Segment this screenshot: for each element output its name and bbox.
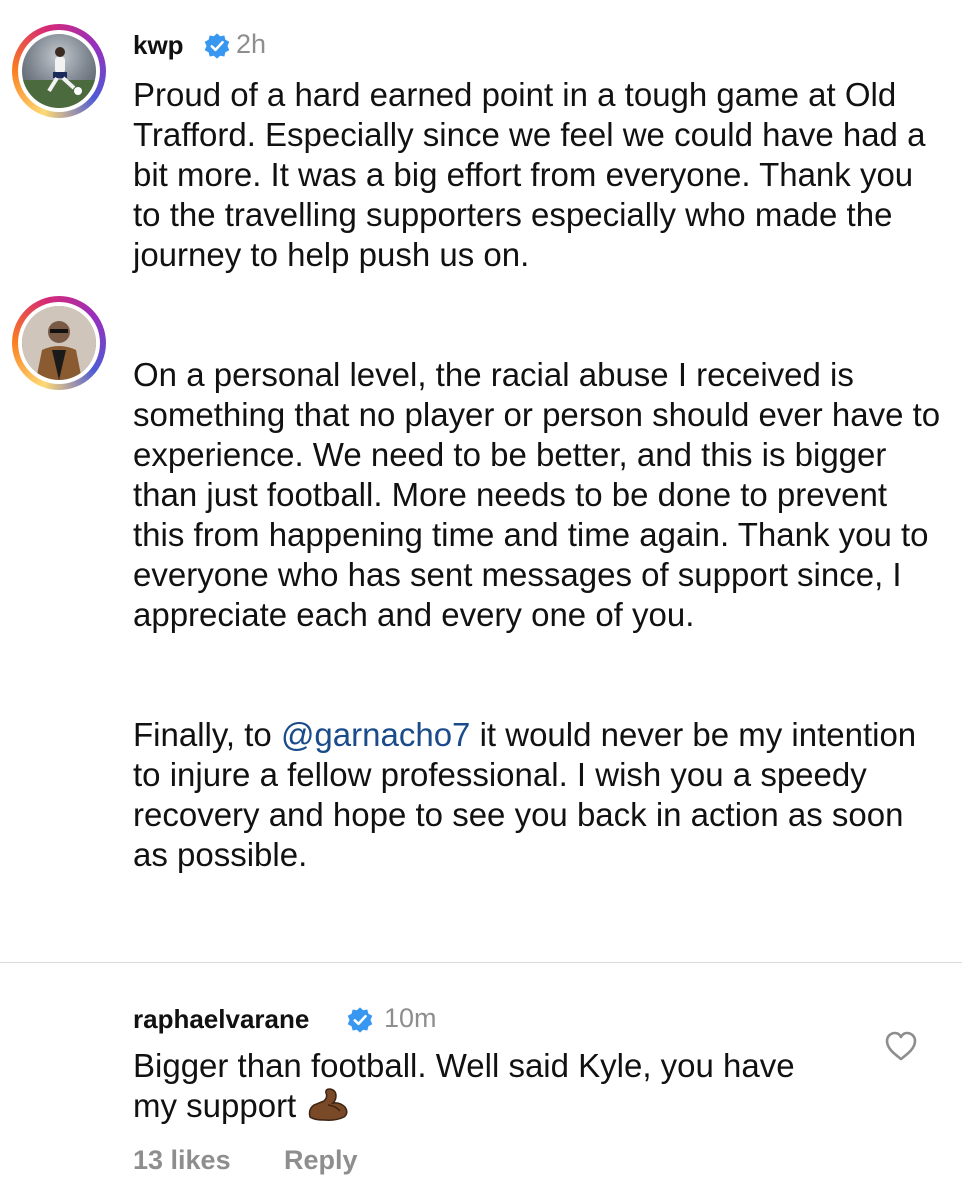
comment-text: Bigger than football. Well said Kyle, yo…	[133, 1047, 795, 1124]
story-ring[interactable]	[12, 296, 106, 390]
flexed-biceps-icon	[308, 1088, 348, 1121]
comment-username[interactable]: raphaelvarane	[133, 1004, 309, 1035]
comment-timestamp: 10m	[384, 1003, 437, 1033]
heart-outline-icon[interactable]	[884, 1030, 918, 1062]
avatar[interactable]	[22, 306, 96, 380]
reply-button[interactable]: Reply	[284, 1145, 358, 1176]
verified-badge-icon	[347, 1007, 373, 1033]
comment: raphaelvarane 10m Bigger than football. …	[0, 0, 962, 1200]
comment-likes-count[interactable]: 13 likes	[133, 1145, 231, 1176]
